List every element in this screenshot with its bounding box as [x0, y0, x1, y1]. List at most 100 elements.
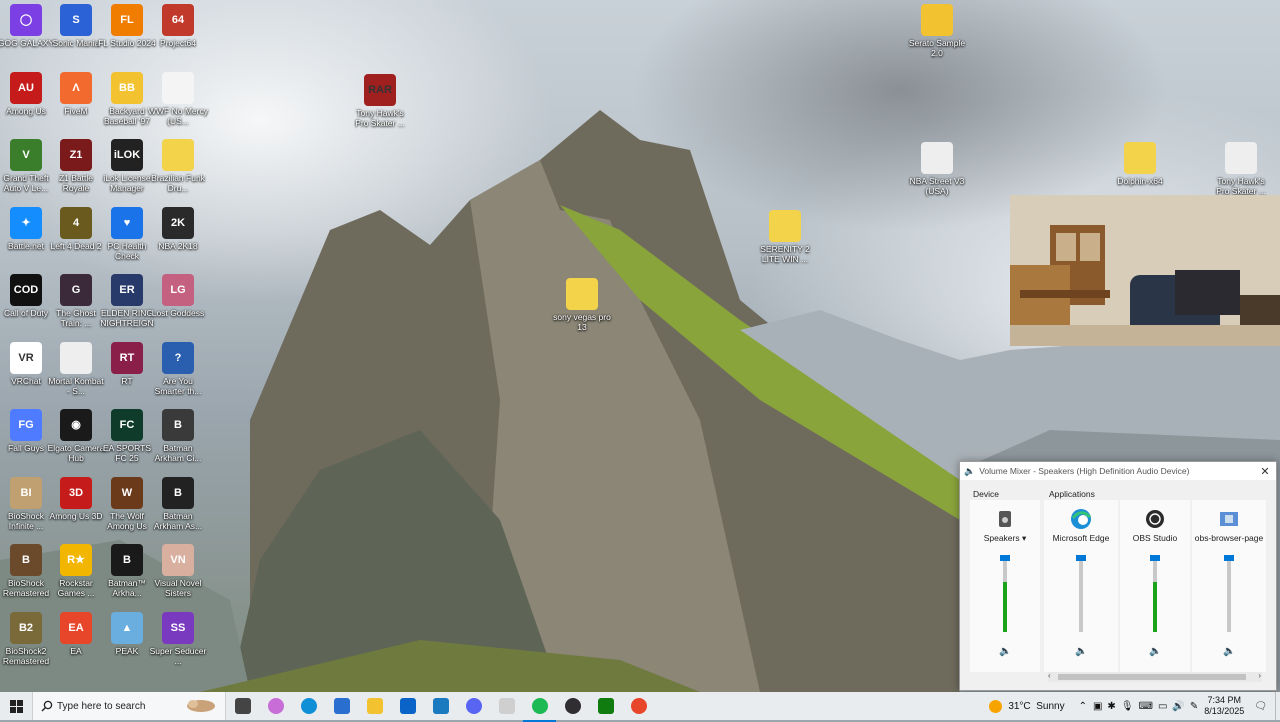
- clock[interactable]: 7:34 PM 8/13/2025: [1204, 695, 1244, 717]
- app-icon: LG: [162, 274, 194, 306]
- speaker-title-icon: 🔈: [964, 465, 976, 476]
- mute-button[interactable]: 🔈: [1223, 646, 1235, 657]
- edge-icon: [1070, 508, 1092, 530]
- app-icon: [566, 278, 598, 310]
- tablet-app-button[interactable]: [490, 692, 523, 720]
- desktop-icon[interactable]: RAR Tony Hawk's Pro Skater ...: [350, 74, 410, 128]
- store-icon: [333, 698, 350, 714]
- weather-text[interactable]: 31°C Sunny: [1008, 701, 1064, 712]
- desktop-icon[interactable]: Dolphin-x64: [1110, 142, 1170, 186]
- mute-button[interactable]: 🔈: [1149, 646, 1161, 657]
- desktop-icon[interactable]: LG Lost Goddess: [148, 274, 208, 318]
- volume-slider-track[interactable]: [1153, 560, 1157, 632]
- app-icon: 3D: [60, 476, 92, 509]
- desktop-icon-label: Tony Hawk's Pro Skater ...: [355, 108, 405, 128]
- app-icon: ▲: [111, 611, 143, 644]
- weather-sun-icon[interactable]: [989, 699, 1003, 713]
- scrollbar-thumb[interactable]: [1058, 674, 1246, 680]
- chevron-down-icon[interactable]: ▾: [1022, 533, 1026, 543]
- app-icon: S: [60, 4, 92, 36]
- obs-icon: [1144, 508, 1166, 530]
- desktop-icon-label: SERENITY 2 LITE WIN ...: [760, 244, 810, 264]
- desktop-icon[interactable]: 2K NBA 2K18: [148, 206, 208, 251]
- volume-slider-thumb[interactable]: [1150, 555, 1160, 561]
- file-explorer-icon: [366, 698, 383, 714]
- desktop-icon[interactable]: SERENITY 2 LITE WIN ...: [755, 210, 815, 264]
- copilot-button[interactable]: [259, 692, 292, 720]
- search-box[interactable]: Type here to search: [32, 692, 226, 720]
- volume-slider-thumb[interactable]: [1000, 555, 1010, 561]
- obs-button[interactable]: [556, 692, 589, 720]
- channel-name[interactable]: Speakers ▾: [970, 533, 1040, 544]
- app-icon: ♥: [111, 206, 143, 239]
- app-icon: [769, 210, 801, 242]
- desktop-icon[interactable]: sony vegas pro 13: [552, 278, 612, 332]
- webcam-preview: [1010, 195, 1280, 346]
- volume-mixer-window[interactable]: 🔈 Volume Mixer - Speakers (High Definiti…: [959, 461, 1277, 691]
- mute-button[interactable]: 🔈: [999, 646, 1011, 657]
- search-highlight-icon: [187, 700, 215, 712]
- desktop-icon[interactable]: Tony Hawk's Pro Skater ...: [1211, 142, 1271, 196]
- desktop-icon[interactable]: VN Visual Novel Sisters: [148, 544, 208, 598]
- scroll-right-arrow[interactable]: ›: [1258, 671, 1261, 680]
- store-button[interactable]: [325, 692, 358, 720]
- app-icon: ◯: [10, 4, 42, 36]
- app-icon: R★: [60, 544, 92, 576]
- close-button[interactable]: ✕: [1254, 465, 1276, 478]
- start-button[interactable]: [0, 692, 32, 720]
- volume-slider-thumb[interactable]: [1076, 555, 1086, 561]
- tray-app-icon[interactable]: ▣: [1093, 701, 1102, 712]
- desktop-icon[interactable]: ? Are You Smarter th...: [148, 341, 208, 396]
- scroll-left-arrow[interactable]: ‹: [1048, 671, 1051, 680]
- volume-slider-thumb[interactable]: [1224, 555, 1234, 561]
- keyboard-icon[interactable]: ⌨: [1139, 701, 1153, 712]
- mixer-title: Volume Mixer - Speakers (High Definition…: [979, 466, 1190, 476]
- desktop-icon-label: Dolphin-x64: [1117, 176, 1163, 186]
- app-icon: FG: [10, 409, 42, 441]
- desktop-icon[interactable]: WWF No Mercy (US...: [148, 71, 208, 126]
- chevron-up-icon[interactable]: ⌃: [1079, 701, 1087, 712]
- desktop-icon-label: sony vegas pro 13: [553, 312, 611, 332]
- desktop-icon[interactable]: Brazilian Funk Dru...: [148, 139, 208, 193]
- file-explorer-button[interactable]: [358, 692, 391, 720]
- obs-icon: [564, 698, 581, 714]
- show-desktop-button[interactable]: [1275, 692, 1280, 720]
- origin-button[interactable]: [622, 692, 655, 720]
- calculator-app-button[interactable]: [424, 692, 457, 720]
- desktop-icon[interactable]: NBA Street V3 (USA): [907, 142, 967, 196]
- volume-slider-track[interactable]: [1227, 560, 1231, 632]
- volume-slider-track[interactable]: [1079, 560, 1083, 632]
- desktop-icon[interactable]: B Batman Arkham As...: [148, 476, 208, 531]
- mixer-titlebar[interactable]: 🔈 Volume Mixer - Speakers (High Definiti…: [960, 462, 1276, 480]
- app-icon: [60, 341, 92, 374]
- notifications-icon[interactable]: 🗨: [1254, 701, 1267, 712]
- taskbar: Type here to search 31°C Sunny ⌃ ▣ ✱ 🎙 ⌨…: [0, 692, 1280, 722]
- discord-icon: [465, 698, 482, 714]
- desktop-icon[interactable]: B Batman Arkham Ci...: [148, 409, 208, 463]
- desktop-icon[interactable]: SS Super Seducer ...: [148, 611, 208, 666]
- spotify-button[interactable]: [523, 692, 556, 722]
- xbox-button[interactable]: [589, 692, 622, 720]
- desktop-icon[interactable]: Serato Sample 2.0: [907, 4, 967, 58]
- outlook-button[interactable]: [391, 692, 424, 720]
- desktop-icon-label: Lost Goddess: [151, 308, 205, 318]
- microphone-icon[interactable]: 🎙: [1121, 701, 1134, 712]
- task-view-button[interactable]: [226, 692, 259, 720]
- pinned-apps: [226, 692, 655, 722]
- network-icon[interactable]: ▭: [1158, 701, 1167, 712]
- mixer-horizontal-scrollbar[interactable]: ‹ ›: [1048, 671, 1262, 682]
- app-icon: RAR: [364, 74, 396, 106]
- app-icon: [1124, 142, 1156, 174]
- desktop-icon[interactable]: 64 Project64: [148, 4, 208, 48]
- bluetooth-icon[interactable]: ✱: [1107, 701, 1115, 712]
- app-icon: Λ: [60, 71, 92, 104]
- discord-button[interactable]: [457, 692, 490, 720]
- windows-icon: [9, 699, 23, 713]
- app-icon: BB: [111, 71, 143, 104]
- volume-slider-track[interactable]: [1003, 560, 1007, 632]
- volume-icon[interactable]: 🔊: [1172, 701, 1184, 712]
- edge-button[interactable]: [292, 692, 325, 720]
- pen-icon[interactable]: ✎: [1190, 701, 1198, 712]
- desktop-icon-label: WWF No Mercy (US...: [148, 105, 208, 126]
- mute-button[interactable]: 🔈: [1075, 646, 1087, 657]
